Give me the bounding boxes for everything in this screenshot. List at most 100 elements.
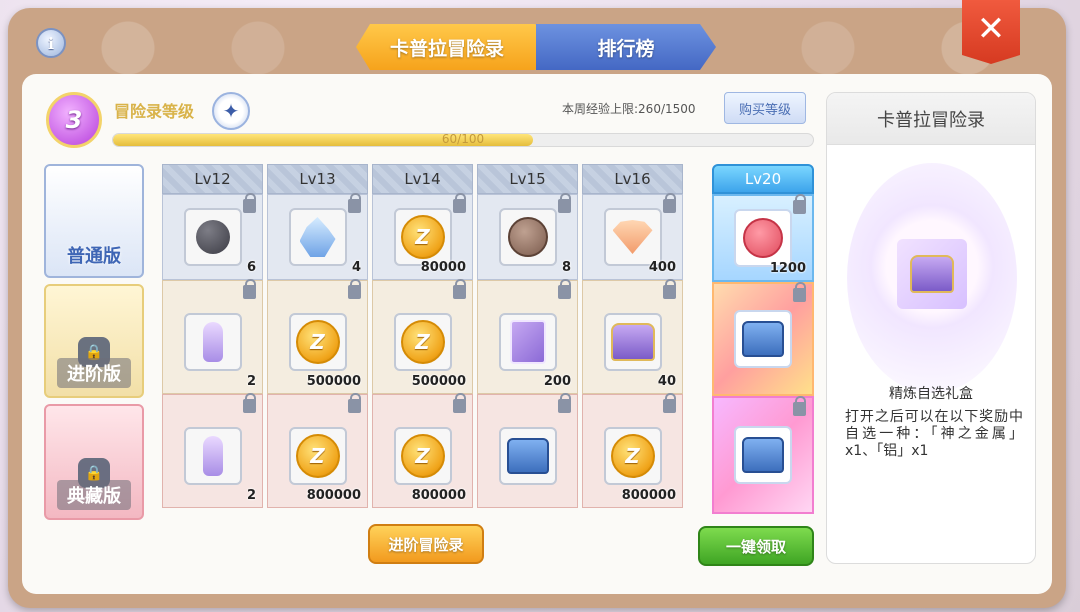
reward-cell-advanced[interactable]: Z 500000 xyxy=(372,279,473,394)
reward-item[interactable]: Z xyxy=(288,427,347,485)
card-icon xyxy=(509,320,546,364)
reward-cell-normal[interactable]: 6 xyxy=(162,193,263,280)
reward-item[interactable]: Z xyxy=(288,313,347,371)
zeny-coin-icon: Z xyxy=(610,434,655,478)
column-lv16: Lv16 400 40 Z 800000 xyxy=(582,164,683,508)
lock-icon xyxy=(243,393,256,413)
column-lv14: Lv14 Z 80000 Z 500000 Z 800000 xyxy=(372,164,473,508)
level-badge: 3 xyxy=(46,92,102,148)
reward-grid: Lv12 6 2 2 Lv13 4 Z 500000 Z 800000 Lv14 Z 80000 Z 500… xyxy=(44,164,816,520)
tab-ranking[interactable]: 排行榜 xyxy=(536,24,716,70)
reward-item[interactable] xyxy=(498,313,557,371)
panel-title: 卡普拉冒险录 xyxy=(827,93,1035,145)
claim-all-button[interactable]: 一键领取 xyxy=(698,526,814,566)
tab-adventure[interactable]: 卡普拉冒险录 xyxy=(356,24,538,70)
reward-cell-collector[interactable]: Z 800000 xyxy=(267,393,368,508)
lock-icon xyxy=(243,279,256,299)
zeny-coin-icon: Z xyxy=(400,434,445,478)
tier-advanced[interactable]: 🔒 进阶版 xyxy=(44,284,144,398)
lock-icon xyxy=(663,279,676,299)
lock-icon xyxy=(558,393,571,413)
reward-item[interactable] xyxy=(498,208,557,266)
item-count: 800000 xyxy=(306,488,361,503)
info-button[interactable]: i xyxy=(36,28,66,58)
reward-cell-lv20-advanced[interactable] xyxy=(712,282,814,396)
tier-normal[interactable]: 普通版 xyxy=(44,164,144,278)
item-count: 4 xyxy=(351,260,361,275)
item-count: 2 xyxy=(246,374,256,389)
reward-item[interactable] xyxy=(734,209,792,267)
column-header: Lv16 xyxy=(582,164,683,194)
reward-cell-advanced[interactable]: 2 xyxy=(162,279,263,394)
lock-icon xyxy=(793,282,806,302)
column-header: Lv15 xyxy=(477,164,578,194)
zeny-coin-icon: Z xyxy=(400,215,445,259)
reward-item[interactable]: Z xyxy=(393,208,452,266)
column-lv15: Lv15 8 200 xyxy=(477,164,578,508)
lock-icon xyxy=(663,193,676,213)
stone-icon xyxy=(195,220,230,254)
item-detail-panel: 卡普拉冒险录 精炼自选礼盒 打开之后可以在以下奖励中自选一种：「神之金属」x1、… xyxy=(826,92,1036,564)
item-count: 8 xyxy=(561,260,571,275)
item-count: 6 xyxy=(246,260,256,275)
purple-chest-icon xyxy=(910,255,954,293)
reward-item[interactable] xyxy=(603,313,662,371)
blue-chest-icon xyxy=(742,321,784,357)
column-header: Lv14 xyxy=(372,164,473,194)
wings-icon[interactable]: ✦ xyxy=(212,92,250,130)
level-number: 3 xyxy=(65,106,83,134)
reward-item[interactable] xyxy=(498,427,557,485)
reward-cell-normal[interactable]: Z 80000 xyxy=(372,193,473,280)
reward-cell-advanced[interactable]: 40 xyxy=(582,279,683,394)
reward-cell-normal[interactable]: 400 xyxy=(582,193,683,280)
reward-cell-collector[interactable]: 2 xyxy=(162,393,263,508)
advanced-adventure-button[interactable]: 进阶冒险录 xyxy=(368,524,484,564)
reward-cell-lv20-normal[interactable]: 1200 xyxy=(712,194,814,282)
crystal-icon xyxy=(299,217,336,257)
lock-icon xyxy=(453,279,466,299)
reward-cell-collector[interactable]: Z 800000 xyxy=(582,393,683,508)
reward-cell-collector[interactable]: Z 800000 xyxy=(372,393,473,508)
purple-chest-icon xyxy=(610,323,655,361)
lock-icon xyxy=(453,393,466,413)
close-icon: ✕ xyxy=(976,9,1006,49)
item-count: 800000 xyxy=(621,488,676,503)
column-lv12: Lv12 6 2 2 xyxy=(162,164,263,508)
buy-level-button[interactable]: 购买等级 xyxy=(724,92,806,124)
column-lv20: Lv20 1200 xyxy=(712,164,814,514)
reward-item[interactable] xyxy=(734,426,792,484)
item-description: 打开之后可以在以下奖励中自选一种：「神之金属」x1、「铝」x1 xyxy=(845,409,1023,459)
reward-cell-advanced[interactable]: 200 xyxy=(477,279,578,394)
item-count: 200 xyxy=(543,374,571,389)
reward-cell-collector[interactable] xyxy=(477,393,578,508)
reward-item[interactable] xyxy=(603,208,662,266)
column-lv13: Lv13 4 Z 500000 Z 800000 xyxy=(267,164,368,508)
reward-cell-normal[interactable]: 4 xyxy=(267,193,368,280)
potion-icon xyxy=(202,436,223,476)
item-count: 80000 xyxy=(420,260,466,275)
item-count: 400 xyxy=(648,260,676,275)
tier-collector-label: 典藏版 xyxy=(57,480,131,510)
reward-item[interactable] xyxy=(183,427,242,485)
close-button[interactable]: ✕ xyxy=(962,0,1020,64)
pink-medal-icon xyxy=(743,218,783,258)
reward-item[interactable] xyxy=(734,310,792,368)
zeny-coin-icon: Z xyxy=(295,434,340,478)
reward-item[interactable] xyxy=(288,208,347,266)
reward-cell-lv20-collector[interactable] xyxy=(712,396,814,514)
reward-item[interactable] xyxy=(183,208,242,266)
item-count: 500000 xyxy=(306,374,361,389)
reward-cell-normal[interactable]: 8 xyxy=(477,193,578,280)
level-title: 冒险录等级 xyxy=(114,102,195,121)
item-count: 800000 xyxy=(411,488,466,503)
reward-item[interactable]: Z xyxy=(393,313,452,371)
blue-chest-icon xyxy=(506,438,549,474)
reward-item[interactable]: Z xyxy=(393,427,452,485)
tier-collector[interactable]: 🔒 典藏版 xyxy=(44,404,144,520)
reward-item[interactable] xyxy=(183,313,242,371)
lock-icon xyxy=(793,194,806,214)
progress-text: 60/100 xyxy=(441,132,485,146)
blue-chest-icon xyxy=(742,437,784,473)
reward-item[interactable]: Z xyxy=(603,427,662,485)
reward-cell-advanced[interactable]: Z 500000 xyxy=(267,279,368,394)
